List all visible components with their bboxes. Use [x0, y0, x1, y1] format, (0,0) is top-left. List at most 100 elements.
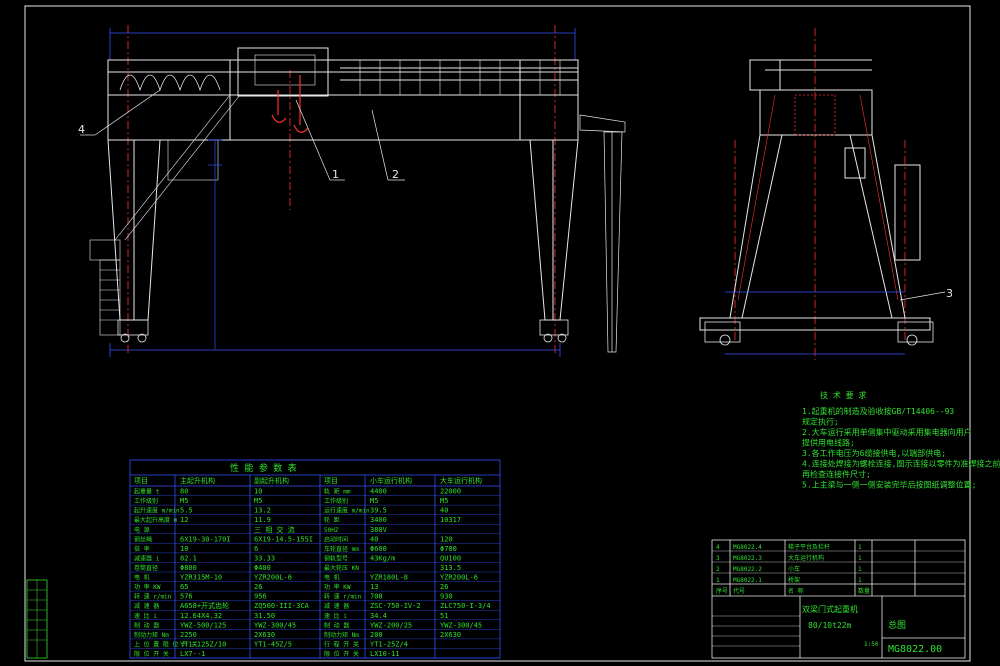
perf-cell: 卷筒直径: [134, 564, 158, 572]
perf-cell: QU100: [440, 554, 461, 562]
callout-2: 2: [392, 168, 399, 181]
perf-cell: 33.33: [254, 554, 275, 562]
perf-cell: 12: [180, 516, 188, 524]
perf-cell: 减速器 i: [134, 554, 160, 562]
perf-cell: 最大轮压 KN: [324, 564, 359, 572]
perf-cell: 4400: [370, 488, 387, 496]
perf-cell: 40: [370, 535, 378, 543]
perf-cell: 制动力矩 Nm: [324, 631, 359, 639]
bom-cell: 1: [858, 544, 862, 551]
tech-item: 3.各工作电压为6缆接供电,以端部供电;: [802, 448, 946, 458]
perf-cell: 功 率 KW: [324, 583, 351, 591]
perf-cell: 40: [440, 507, 448, 515]
callout-4: 4: [78, 123, 85, 136]
perf-cell: ZSC-750-IV-2: [370, 602, 421, 610]
perf-cell: YT1-45Z/5: [254, 640, 292, 648]
perf-cell: 电 机: [134, 574, 150, 582]
perf-cell: 轨 距 mm: [324, 488, 351, 496]
perf-header: 大车运行机构: [440, 476, 482, 485]
perf-cell: 82.1: [180, 554, 197, 562]
perf-header: 主起升机构: [180, 476, 215, 485]
perf-cell: 2250: [180, 631, 197, 639]
perf-cell: YZR200L-6: [440, 574, 478, 582]
side-view: 3: [699, 28, 953, 360]
perf-cell: 576: [180, 593, 193, 601]
perf-cell: ZLC750-I-3/4: [440, 602, 491, 610]
perf-cell: 930: [440, 593, 453, 601]
tech-item: 规定执行;: [802, 417, 839, 427]
tech-item: 提供用电线路;: [802, 438, 855, 448]
sheet-border: [24, 5, 971, 662]
perf-cell: YZR180L-8: [370, 574, 408, 582]
bom-cell: 4: [716, 544, 720, 551]
bom-header: 序号: [716, 587, 728, 595]
perf-cell: 708: [370, 593, 383, 601]
perf-cell: 6X19-30-170I: [180, 535, 231, 543]
perf-cell: 启动时间: [324, 535, 348, 543]
perf-cell: Φ600: [370, 545, 387, 553]
perf-cell: 起重量 t: [134, 488, 160, 496]
perf-cell: 6X19-14.5-155I: [254, 535, 313, 543]
perf-cell: 电 机: [324, 574, 340, 582]
perf-cell: 工作级别: [324, 497, 348, 505]
perf-cell: 最大起升高度 m: [134, 516, 178, 524]
perf-cell: M5: [370, 497, 378, 505]
bom-cell: 大车运行机构: [788, 554, 824, 562]
perf-header: 小车运行机构: [370, 476, 412, 485]
perf-cell: 51: [440, 612, 448, 620]
perf-cell: 10: [180, 545, 188, 553]
perf-header: 副起升机构: [254, 476, 289, 485]
bom-cell: 3: [716, 555, 720, 562]
perf-table: 性 能 参 数 表项目 主起升机构 副起升机构 项目 小车运行机构 大车运行机构起重量 t…: [134, 462, 491, 658]
bom-header: 代号: [733, 587, 745, 595]
tech-item: 5.上主梁与一侧一侧安装完毕后按图纸调整位置;: [802, 480, 976, 490]
cad-drawing-sheet: { "callouts": ["1", "2", "3", "4"], "tec…: [0, 0, 1000, 666]
perf-cell: 功 率 KW: [134, 583, 161, 591]
perf-cell: 车轮直径 mm: [324, 545, 359, 553]
bom-cell: 1: [858, 566, 862, 573]
perf-cell: 6: [254, 545, 258, 553]
callout-3: 3: [946, 287, 953, 300]
perf-cell: 轮 距: [324, 516, 340, 524]
perf-cell: 26: [440, 583, 448, 591]
perf-cell: 起升速度 m/min: [134, 507, 180, 515]
tech-item: 1.起重机的制造及验收按GB/T14406--93: [802, 406, 954, 416]
perf-cell: 三 相 交 流: [254, 525, 295, 534]
front-view: 1 2 4: [78, 25, 626, 357]
bom-cell: 1: [858, 555, 862, 562]
perf-cell: 200: [370, 631, 383, 639]
perf-cell: ZQ500-III-3CA: [254, 602, 310, 610]
perf-cell: 行 程 开 关: [324, 640, 359, 648]
perf-cell: 倍 率: [134, 545, 150, 553]
perf-cell: 39.5: [370, 507, 387, 515]
tech-title: 技 术 要 求: [820, 390, 866, 400]
title-name: 双梁门式起重机: [802, 604, 858, 614]
perf-cell: 钢丝绳: [134, 535, 152, 543]
perf-cell: 制 动 器: [134, 621, 159, 629]
perf-cell: M5: [440, 497, 448, 505]
perf-cell: 制动力矩 Nm: [134, 631, 169, 639]
perf-cell: YZR200L-6: [254, 574, 292, 582]
bom-cell: MG8022.1: [733, 577, 762, 584]
perf-cell: 钢轨型号: [324, 554, 348, 562]
perf-cell: 转 速 r/min: [134, 593, 172, 601]
perf-cell: 2X630: [440, 631, 461, 639]
perf-cell: 限 位 开 关: [324, 650, 359, 658]
bom-cell: 1: [716, 577, 720, 584]
perf-cell: 13.2: [254, 507, 271, 515]
perf-cell: 运行速度 m/min: [324, 507, 370, 515]
bom-cell: 1: [858, 577, 862, 584]
perf-title: 性 能 参 数 表: [230, 462, 297, 474]
perf-cell: 22000: [440, 488, 461, 496]
perf-cell: 380V: [370, 526, 388, 534]
perf-cell: YT1-25Z/4: [370, 640, 408, 648]
perf-cell: 34.4: [370, 612, 387, 620]
bom-cell: 小车: [788, 565, 800, 573]
perf-cell: 制 动 器: [324, 621, 349, 629]
perf-cell: 2X630: [254, 631, 275, 639]
perf-cell: 10317: [440, 516, 461, 524]
perf-cell: LX10-11: [370, 650, 400, 658]
callout-1: 1: [332, 168, 339, 181]
perf-cell: Φ400: [254, 564, 271, 572]
perf-cell: 11.9: [254, 516, 271, 524]
